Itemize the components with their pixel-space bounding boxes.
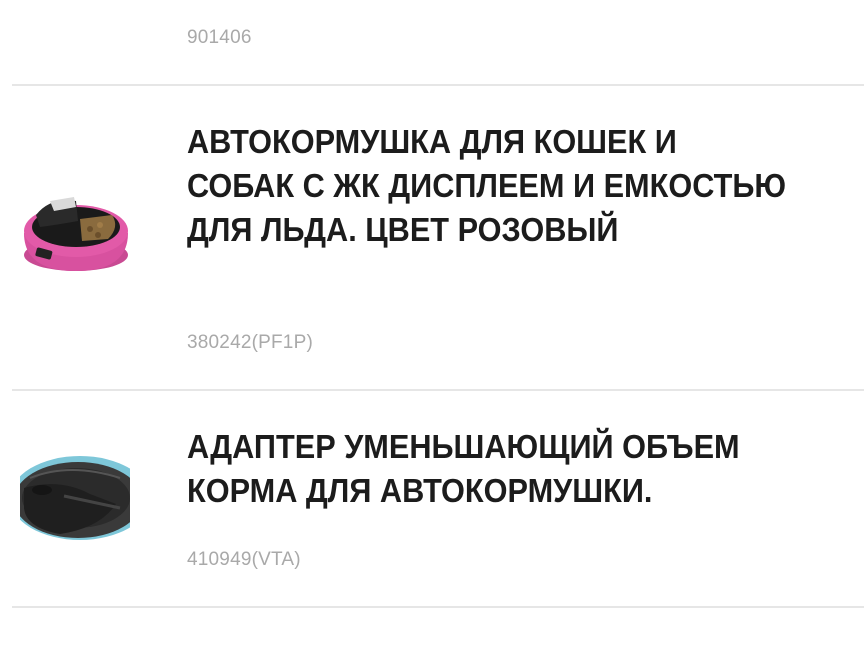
feeder-adapter-image[interactable]	[20, 448, 130, 548]
product-title[interactable]: АДАПТЕР УМЕНЬШАЮЩИЙ ОБЪЕМ КОРМА ДЛЯ АВТО…	[187, 425, 792, 513]
product-sku: 380242(PF1P)	[187, 332, 313, 353]
divider	[12, 84, 864, 86]
divider	[12, 389, 864, 391]
product-sku: 901406	[187, 27, 252, 48]
product-list: 901406 АВТОКОРМУШКА ДЛЯ КОШЕК И СОБАК С …	[0, 0, 864, 648]
pink-pet-feeder-image[interactable]	[20, 185, 135, 280]
product-sku: 410949(VTA)	[187, 549, 301, 570]
divider	[12, 606, 864, 608]
product-title[interactable]: АВТОКОРМУШКА ДЛЯ КОШЕК И СОБАК С ЖК ДИСП…	[187, 120, 792, 252]
